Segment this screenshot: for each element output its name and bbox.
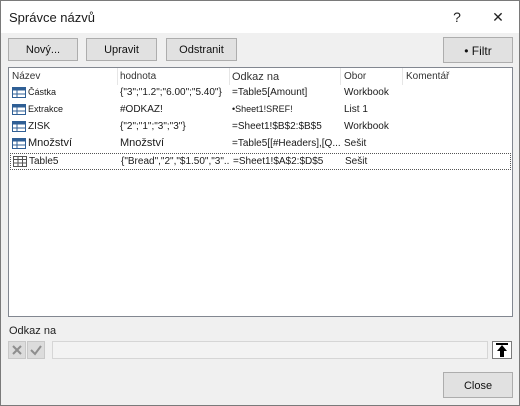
refers-to-input[interactable] (52, 341, 488, 359)
confirm-edit-button[interactable] (27, 341, 45, 359)
column-header-scope[interactable]: Obor (344, 71, 366, 82)
row-scope: Sešit (344, 138, 367, 149)
close-icon[interactable]: ✕ (483, 4, 513, 30)
edit-button-label: Upravit (104, 44, 139, 56)
table-row[interactable]: Extrakce #ODKAZ! •Sheet1!SREF! List 1 (10, 102, 511, 119)
names-list[interactable]: Název hodnota Odkaz na Obor Komentář Čás… (8, 67, 513, 317)
row-refers-to: =Sheet1!$B$2:$B$5 (232, 121, 322, 132)
row-scope: List 1 (344, 104, 368, 115)
table-row[interactable]: Částka {"3";"1.2";"6.00";"5.40"} =Table5… (10, 85, 511, 102)
new-button[interactable]: Nový... (8, 38, 78, 61)
checkmark-icon (30, 345, 42, 356)
row-name: Množství (28, 137, 73, 149)
table-name-icon (12, 138, 26, 149)
row-name: Table5 (29, 156, 59, 167)
row-scope: Workbook (344, 121, 389, 132)
column-divider[interactable] (117, 68, 118, 85)
column-header-name[interactable]: Název (12, 71, 40, 82)
column-divider[interactable] (340, 68, 341, 85)
column-header-value[interactable]: hodnota (120, 71, 156, 82)
filter-button-label: • Filtr (464, 44, 492, 58)
row-refers-to: =Sheet1!$A$2:$D$5 (233, 156, 324, 167)
table-icon (13, 156, 27, 167)
delete-button-label: Odstranit (179, 44, 224, 56)
column-divider[interactable] (229, 68, 230, 85)
close-button-label: Close (463, 380, 493, 392)
table-row[interactable]: ZISK {"2";"1";"3";"3"} =Sheet1!$B$2:$B$5… (10, 119, 511, 136)
collapse-dialog-button[interactable] (492, 341, 512, 359)
refers-to-bar (8, 341, 513, 359)
row-refers-to: =Table5[Amount] (232, 87, 308, 98)
table-row[interactable]: Množství Množství =Table5[[#Headers],[Q.… (10, 136, 511, 153)
table-name-icon (12, 87, 26, 98)
row-value: {"Bread","2","$1.50","3"... (121, 156, 229, 167)
column-header-comment[interactable]: Komentář (406, 71, 449, 82)
title-bar: Správce názvů ? ✕ (1, 1, 519, 33)
row-name: Částka (28, 87, 57, 97)
cancel-edit-button[interactable] (8, 341, 26, 359)
dialog-title: Správce názvů (9, 10, 95, 25)
cancel-x-icon (12, 345, 22, 355)
row-name: ZISK (28, 121, 51, 132)
edit-button[interactable]: Upravit (86, 38, 157, 61)
table-name-icon (12, 104, 26, 115)
name-manager-dialog: Správce názvů ? ✕ Nový... Upravit Odstra… (0, 0, 520, 406)
new-button-label: Nový... (25, 44, 61, 56)
help-button[interactable]: ? (442, 4, 472, 30)
table-name-icon (12, 121, 26, 132)
column-header-refers-to[interactable]: Odkaz na (232, 71, 279, 83)
filter-button[interactable]: • Filtr (443, 37, 513, 63)
close-button[interactable]: Close (443, 372, 513, 398)
table-row-selected[interactable]: Table5 {"Bread","2","$1.50","3"... =Shee… (10, 153, 511, 170)
row-scope: Sešit (345, 156, 368, 167)
refers-to-label: Odkaz na (9, 325, 57, 337)
delete-button[interactable]: Odstranit (166, 38, 237, 61)
row-value: #ODKAZ! (120, 104, 163, 115)
row-value: {"2";"1";"3";"3"} (120, 121, 186, 132)
row-refers-to: •Sheet1!SREF! (232, 104, 293, 114)
row-value: {"3";"1.2";"6.00";"5.40"} (120, 87, 222, 98)
column-divider[interactable] (402, 68, 403, 85)
row-scope: Workbook (344, 87, 389, 98)
row-name: Extrakce (28, 104, 64, 114)
row-value: Množství (120, 137, 165, 149)
row-refers-to: =Table5[[#Headers],[Q... (232, 138, 340, 149)
arrow-up-icon (496, 343, 508, 357)
